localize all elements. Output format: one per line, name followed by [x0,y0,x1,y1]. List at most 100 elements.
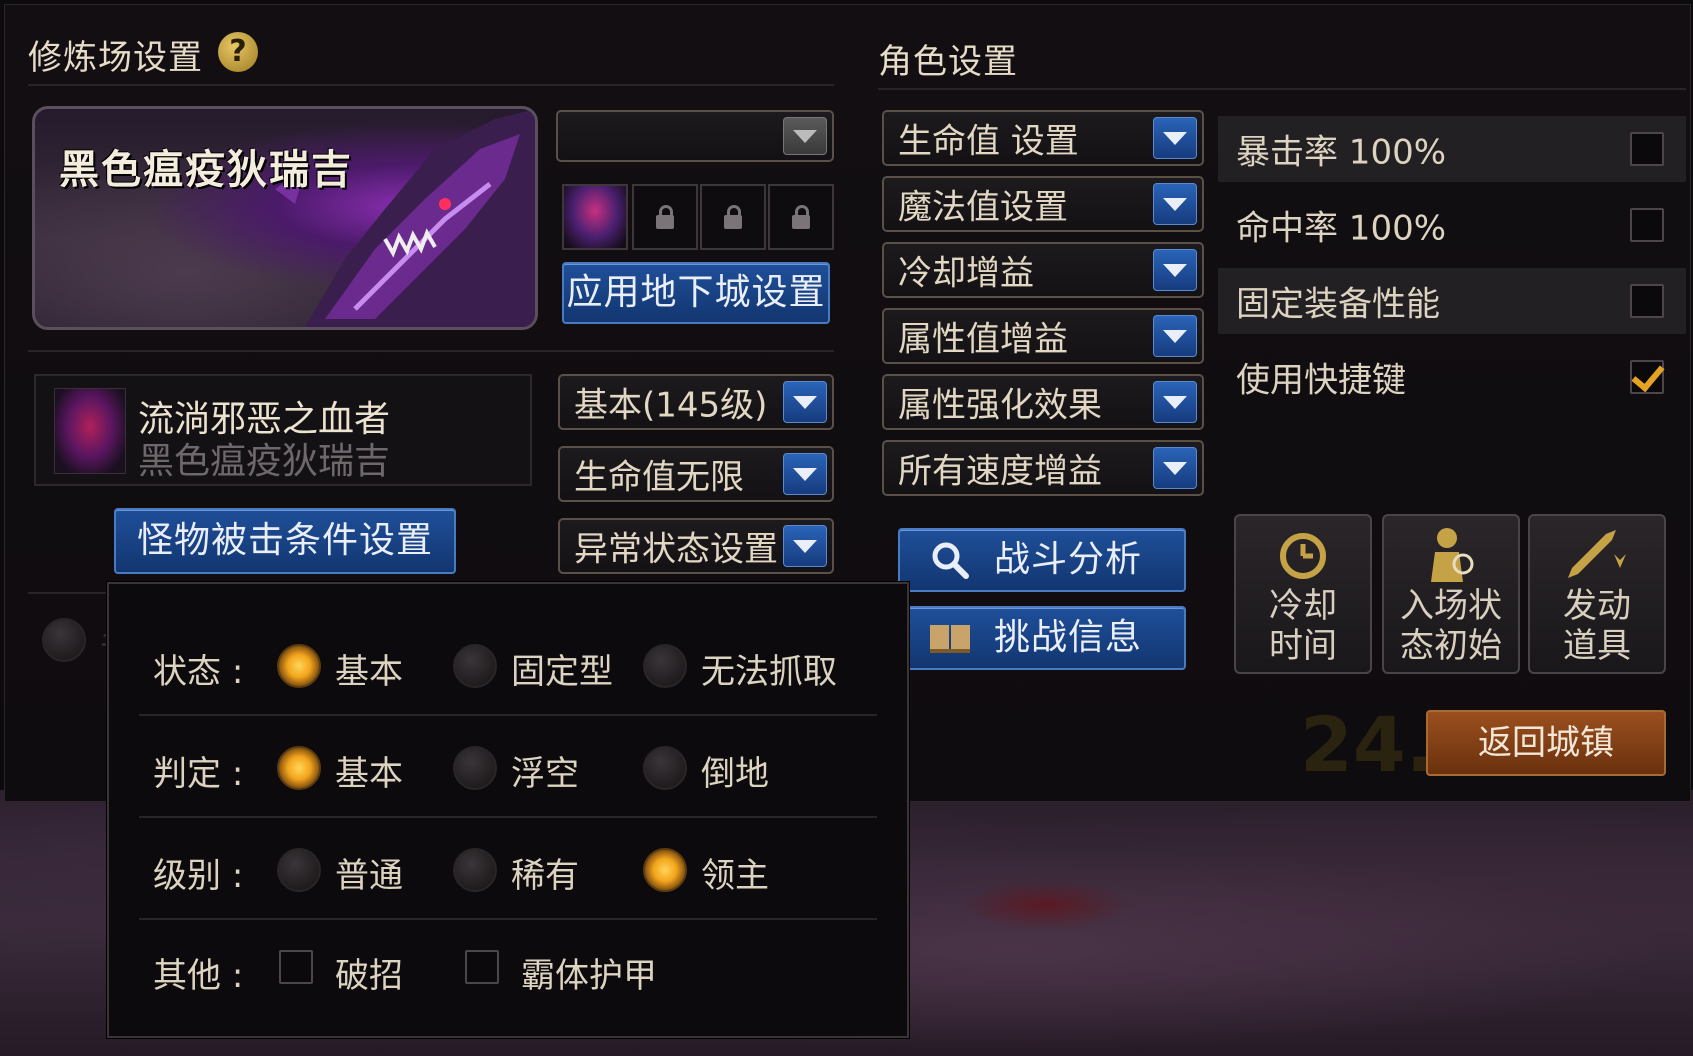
help-icon[interactable]: ? [218,32,258,72]
chevron-down-icon[interactable] [1153,117,1197,159]
cooldown-time-label: 冷却 时间 [1269,586,1337,666]
left-title-divider [28,84,834,86]
break-move-label: 破招 [335,956,403,996]
super-armor-checkbox[interactable] [465,950,499,984]
status-fixed-label: 固定型 [511,652,613,692]
monster-portrait-slot[interactable] [562,184,628,250]
hp-settings-dropdown[interactable]: 生命值 设置 [882,110,1204,166]
use-hotkey-checkbox[interactable] [1630,360,1664,394]
activate-item-label: 发动 道具 [1563,586,1631,666]
status-row-label: 状态 : [153,652,244,692]
training-settings-title: 修炼场设置 [28,38,203,78]
clock-icon [1280,533,1326,579]
search-icon [932,542,969,579]
judgement-row-label: 判定 : [153,754,244,794]
break-move-checkbox[interactable] [279,950,313,984]
level-dropdown[interactable]: 基本(145级) [558,374,834,430]
challenge-info-button[interactable]: 挑战信息 [898,606,1186,670]
hit-rate-label: 命中率 100% [1236,208,1447,249]
character-settings-title: 角色设置 [878,42,1018,82]
judgement-basic-radio[interactable] [277,746,321,790]
popup-row-divider [139,918,877,920]
dropdown-value: 所有速度增益 [898,451,1102,492]
chevron-down-icon[interactable] [1153,447,1197,489]
rank-row-label: 级别 : [153,856,244,896]
status-basic-radio[interactable] [277,644,321,688]
fixed-equipment-label: 固定装备性能 [1236,284,1440,325]
chevron-down-icon[interactable] [783,117,827,155]
chevron-down-icon[interactable] [1153,315,1197,357]
monster-subtitle: 黑色瘟疫狄瑞吉 [138,441,391,482]
judgement-airborne-radio[interactable] [453,746,497,790]
monster-hit-condition-popup: 状态 : 基本 固定型 无法抓取 判定 : 基本 浮空 倒地 级别 : 普通 稀… [107,582,909,1038]
rank-rare-label: 稀有 [511,856,579,896]
judgement-down-radio[interactable] [643,746,687,790]
dropdown-value: 属性强化效果 [898,385,1102,426]
battle-analysis-label: 战斗分析 [994,539,1143,580]
chevron-down-icon[interactable] [783,453,827,495]
element-enhance-dropdown[interactable]: 属性强化效果 [882,374,1204,430]
right-title-divider [878,88,1686,90]
dungeon-select-dropdown[interactable] [556,110,834,162]
dropdown-value: 属性值增益 [898,319,1068,360]
stat-buff-dropdown[interactable]: 属性值增益 [882,308,1204,364]
popup-row-divider [139,816,877,818]
dropdown-value: 冷却增益 [898,253,1034,294]
chevron-down-icon[interactable] [1153,249,1197,291]
fixed-equipment-checkbox[interactable] [1630,284,1664,318]
rank-boss-radio[interactable] [643,848,687,892]
judgement-down-label: 倒地 [701,754,769,794]
locked-slot [700,184,766,250]
chevron-down-icon[interactable] [1153,381,1197,423]
use-hotkey-label: 使用快捷键 [1236,360,1406,401]
other-row-label: 其他 : [153,956,244,996]
rank-normal-radio[interactable] [277,848,321,892]
popup-row-divider [139,714,877,716]
rank-rare-radio[interactable] [453,848,497,892]
monster-thumbnail [54,388,126,474]
dropdown-value: 魔法值设置 [898,187,1068,228]
monster-info-box: 流淌邪恶之血者 黑色瘟疫狄瑞吉 [34,374,532,486]
hit-rate-checkbox[interactable] [1630,208,1664,242]
crit-rate-checkbox[interactable] [1630,132,1664,166]
battle-analysis-button[interactable]: 战斗分析 [898,528,1186,592]
fixed-equipment-row[interactable]: 固定装备性能 [1218,268,1686,334]
rank-normal-label: 普通 [335,856,403,896]
status-basic-label: 基本 [335,652,403,692]
cooldown-time-button[interactable]: 冷却 时间 [1234,514,1372,674]
chevron-down-icon[interactable] [1153,183,1197,225]
dropdown-value: 生命值 设置 [898,121,1079,162]
status-ungrabbable-label: 无法抓取 [701,652,837,692]
chevron-down-icon[interactable] [783,381,827,423]
status-ungrabbable-radio[interactable] [643,644,687,688]
rank-boss-label: 领主 [701,856,769,896]
dungeon-name: 黑色瘟疫狄瑞吉 [59,147,353,193]
timer-mode-radio[interactable] [42,618,86,662]
status-effect-dropdown[interactable]: 异常状态设置 [558,518,834,574]
cooldown-buff-dropdown[interactable]: 冷却增益 [882,242,1204,298]
apply-dungeon-settings-button[interactable]: 应用地下城设置 [562,262,830,324]
dungeon-card[interactable]: 黑色瘟疫狄瑞吉 [32,106,538,330]
status-effect-dropdown-value: 异常状态设置 [574,529,778,570]
use-hotkey-row[interactable]: 使用快捷键 [1218,344,1686,410]
hit-rate-row[interactable]: 命中率 100% [1218,192,1686,258]
judgement-airborne-label: 浮空 [511,754,579,794]
chevron-down-icon[interactable] [783,525,827,567]
status-fixed-radio[interactable] [453,644,497,688]
level-dropdown-value: 基本(145级) [574,385,768,426]
reset-entry-state-button[interactable]: 入场状 态初始 [1382,514,1520,674]
speed-buff-dropdown[interactable]: 所有速度增益 [882,440,1204,496]
monster-hit-condition-button[interactable]: 怪物被击条件设置 [114,508,456,574]
crit-rate-label: 暴击率 100% [1236,132,1447,173]
challenge-info-label: 挑战信息 [994,617,1143,658]
return-town-button[interactable]: 返回城镇 [1426,710,1666,776]
sword-icon [1568,530,1626,578]
hp-dropdown[interactable]: 生命值无限 [558,446,834,502]
left-mid-divider [28,350,834,352]
locked-slot [768,184,834,250]
activate-item-button[interactable]: 发动 道具 [1528,514,1666,674]
lock-icon [656,205,674,229]
mp-settings-dropdown[interactable]: 魔法值设置 [882,176,1204,232]
locked-slot [632,184,698,250]
crit-rate-row[interactable]: 暴击率 100% [1218,116,1686,182]
